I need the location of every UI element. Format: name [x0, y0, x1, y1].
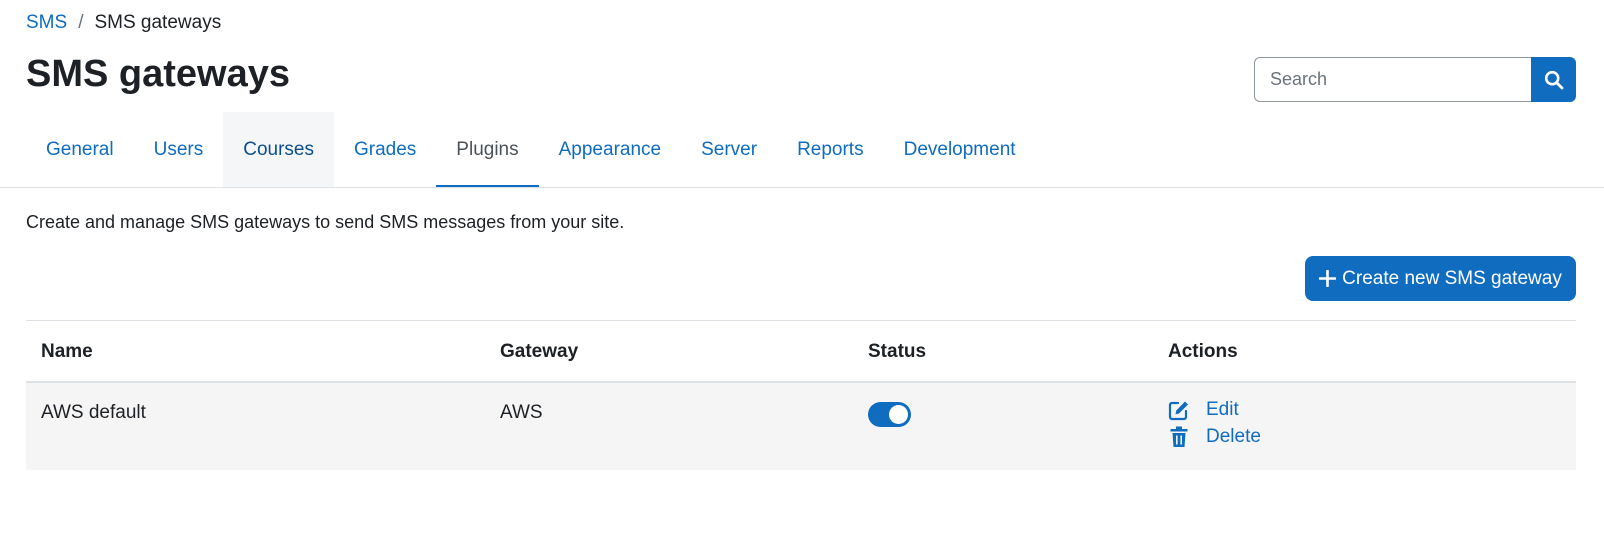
gateway-type: AWS — [500, 402, 543, 423]
trash-icon — [1168, 426, 1190, 448]
tab-development[interactable]: Development — [884, 112, 1036, 188]
edit-action[interactable]: Edit — [1168, 399, 1239, 421]
table-header: Name Gateway Status Actions — [26, 321, 1576, 383]
search-input[interactable] — [1254, 57, 1531, 102]
search-icon — [1544, 70, 1563, 89]
breadcrumb-separator: / — [78, 12, 84, 33]
breadcrumb-sms-link[interactable]: SMS — [26, 12, 67, 34]
tab-plugins[interactable]: Plugins — [436, 112, 539, 188]
edit-icon — [1168, 399, 1190, 421]
gateway-name: AWS default — [41, 402, 146, 423]
toggle-knob — [889, 405, 908, 424]
delete-link[interactable]: Delete — [1206, 426, 1261, 448]
tab-users[interactable]: Users — [134, 112, 224, 188]
status-toggle[interactable] — [868, 402, 911, 427]
table-row: AWS default AWS Edit Delete — [26, 383, 1576, 470]
page-title: SMS gateways — [26, 53, 290, 95]
search-box — [1254, 57, 1576, 102]
create-gateway-button[interactable]: Create new SMS gateway — [1305, 256, 1576, 301]
breadcrumb: SMS / SMS gateways — [26, 12, 221, 34]
gateways-table: Name Gateway Status Actions AWS default … — [26, 320, 1576, 470]
header-actions: Actions — [1168, 341, 1238, 362]
plus-icon — [1319, 270, 1337, 287]
header-status: Status — [868, 341, 927, 362]
header-gateway: Gateway — [500, 341, 579, 362]
admin-tabs: General Users Courses Grades Plugins App… — [26, 112, 1036, 188]
tabs-divider — [0, 187, 1604, 188]
tab-grades[interactable]: Grades — [334, 112, 436, 188]
tab-courses[interactable]: Courses — [223, 112, 334, 188]
search-button[interactable] — [1531, 57, 1576, 102]
tab-server[interactable]: Server — [681, 112, 777, 188]
edit-link[interactable]: Edit — [1206, 399, 1239, 421]
create-gateway-label: Create new SMS gateway — [1342, 267, 1562, 289]
tab-reports[interactable]: Reports — [777, 112, 884, 188]
delete-action[interactable]: Delete — [1168, 426, 1261, 448]
header-name: Name — [41, 341, 93, 362]
tab-appearance[interactable]: Appearance — [539, 112, 681, 188]
tab-general[interactable]: General — [26, 112, 134, 188]
breadcrumb-current: SMS gateways — [94, 12, 222, 33]
page-description: Create and manage SMS gateways to send S… — [26, 212, 625, 232]
